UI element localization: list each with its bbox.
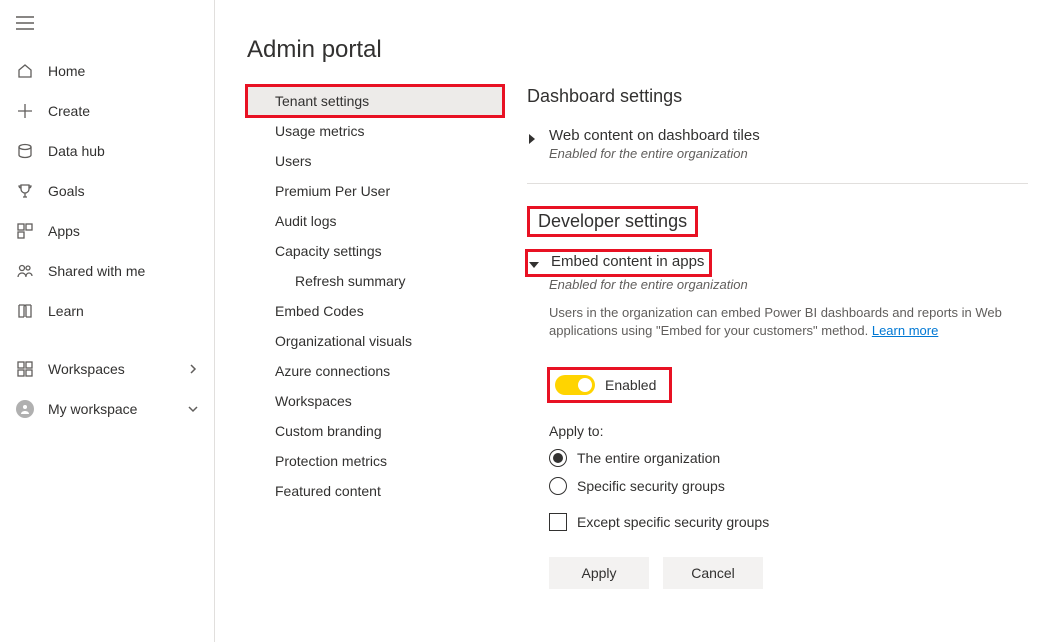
settings-nav: Tenant settings Usage metrics Users Prem… <box>247 86 503 589</box>
nav-shared[interactable]: Shared with me <box>0 251 214 291</box>
dashboard-web-content-row[interactable]: Web content on dashboard tiles Enabled f… <box>527 127 1028 161</box>
settings-tenant[interactable]: Tenant settings <box>247 86 503 116</box>
nav-my-workspace[interactable]: My workspace <box>0 389 214 429</box>
radio-icon <box>549 477 567 495</box>
nav-label: Create <box>48 103 90 119</box>
nav-create[interactable]: Create <box>0 91 214 131</box>
nav-learn[interactable]: Learn <box>0 291 214 331</box>
settings-item-label: Organizational visuals <box>275 333 412 349</box>
people-icon <box>16 263 34 279</box>
settings-item-label: Tenant settings <box>275 93 369 109</box>
nav-home[interactable]: Home <box>0 51 214 91</box>
nav-workspaces[interactable]: Workspaces <box>0 349 214 389</box>
detail-pane: Dashboard settings Web content on dashbo… <box>527 86 1038 589</box>
radio-label: The entire organization <box>577 450 720 466</box>
page-title: Admin portal <box>247 36 1038 64</box>
workspaces-icon <box>16 361 34 377</box>
chevron-right-icon <box>188 361 198 377</box>
settings-custom-branding[interactable]: Custom branding <box>247 416 503 446</box>
checkbox-label: Except specific security groups <box>577 514 769 530</box>
nav-label: Data hub <box>48 143 105 159</box>
nav-label: Apps <box>48 223 80 239</box>
nav-label: Shared with me <box>48 263 145 279</box>
datahub-icon <box>16 143 34 159</box>
settings-audit-logs[interactable]: Audit logs <box>247 206 503 236</box>
dashboard-settings-heading: Dashboard settings <box>527 86 1028 107</box>
collapsible-title: Web content on dashboard tiles <box>549 127 1028 144</box>
settings-azure-connections[interactable]: Azure connections <box>247 356 503 386</box>
developer-settings-heading: Developer settings <box>527 206 698 237</box>
nav-goals[interactable]: Goals <box>0 171 214 211</box>
settings-item-label: Protection metrics <box>275 453 387 469</box>
settings-featured-content[interactable]: Featured content <box>247 476 503 506</box>
radio-specific-groups[interactable]: Specific security groups <box>549 477 1028 495</box>
settings-premium-per-user[interactable]: Premium Per User <box>247 176 503 206</box>
settings-item-label: Custom branding <box>275 423 382 439</box>
avatar-icon <box>16 400 34 418</box>
chevron-down-icon <box>188 401 198 417</box>
settings-item-label: Capacity settings <box>275 243 382 259</box>
settings-workspaces[interactable]: Workspaces <box>247 386 503 416</box>
settings-item-label: Featured content <box>275 483 381 499</box>
settings-item-label: Usage metrics <box>275 123 364 139</box>
settings-item-label: Premium Per User <box>275 183 390 199</box>
settings-item-label: Embed Codes <box>275 303 364 319</box>
cancel-button[interactable]: Cancel <box>663 557 763 589</box>
collapsible-title: Embed content in apps <box>551 253 704 270</box>
nav-apps[interactable]: Apps <box>0 211 214 251</box>
settings-org-visuals[interactable]: Organizational visuals <box>247 326 503 356</box>
main-content: Admin portal Tenant settings Usage metri… <box>215 0 1048 642</box>
learn-more-link[interactable]: Learn more <box>872 323 938 338</box>
nav-label: Home <box>48 63 85 79</box>
apply-button[interactable]: Apply <box>549 557 649 589</box>
radio-icon <box>549 449 567 467</box>
trophy-icon <box>16 183 34 199</box>
settings-embed-codes[interactable]: Embed Codes <box>247 296 503 326</box>
settings-usage-metrics[interactable]: Usage metrics <box>247 116 503 146</box>
radio-entire-org[interactable]: The entire organization <box>549 449 1028 467</box>
collapsible-subtext: Enabled for the entire organization <box>549 277 1028 292</box>
settings-item-label: Azure connections <box>275 363 390 379</box>
apply-to-label: Apply to: <box>549 423 1028 439</box>
caret-down-icon <box>529 257 543 273</box>
hamburger-button[interactable] <box>0 8 214 51</box>
checkbox-icon <box>549 513 567 531</box>
nav-label: Learn <box>48 303 84 319</box>
section-divider <box>527 183 1028 184</box>
settings-item-label: Refresh summary <box>295 273 405 289</box>
home-icon <box>16 63 34 79</box>
embed-description: Users in the organization can embed Powe… <box>549 304 1028 340</box>
caret-right-icon <box>527 131 541 147</box>
nav-label: Goals <box>48 183 85 199</box>
settings-item-label: Users <box>275 153 312 169</box>
settings-capacity[interactable]: Capacity settings <box>247 236 503 266</box>
except-groups-checkbox[interactable]: Except specific security groups <box>549 513 1028 531</box>
embed-content-row[interactable]: Embed content in apps <box>527 251 1028 275</box>
enabled-toggle[interactable] <box>555 375 595 395</box>
nav-datahub[interactable]: Data hub <box>0 131 214 171</box>
hamburger-icon <box>16 16 34 30</box>
settings-refresh-summary[interactable]: Refresh summary <box>247 266 503 296</box>
radio-label: Specific security groups <box>577 478 725 494</box>
settings-item-label: Audit logs <box>275 213 336 229</box>
plus-icon <box>16 103 34 119</box>
collapsible-subtext: Enabled for the entire organization <box>549 146 1028 161</box>
apps-icon <box>16 223 34 239</box>
toggle-label: Enabled <box>605 377 656 393</box>
settings-users[interactable]: Users <box>247 146 503 176</box>
settings-protection-metrics[interactable]: Protection metrics <box>247 446 503 476</box>
left-nav: Home Create Data hub Goals Apps <box>0 0 215 642</box>
nav-label: My workspace <box>48 401 137 417</box>
book-icon <box>16 303 34 319</box>
settings-item-label: Workspaces <box>275 393 352 409</box>
nav-label: Workspaces <box>48 361 125 377</box>
